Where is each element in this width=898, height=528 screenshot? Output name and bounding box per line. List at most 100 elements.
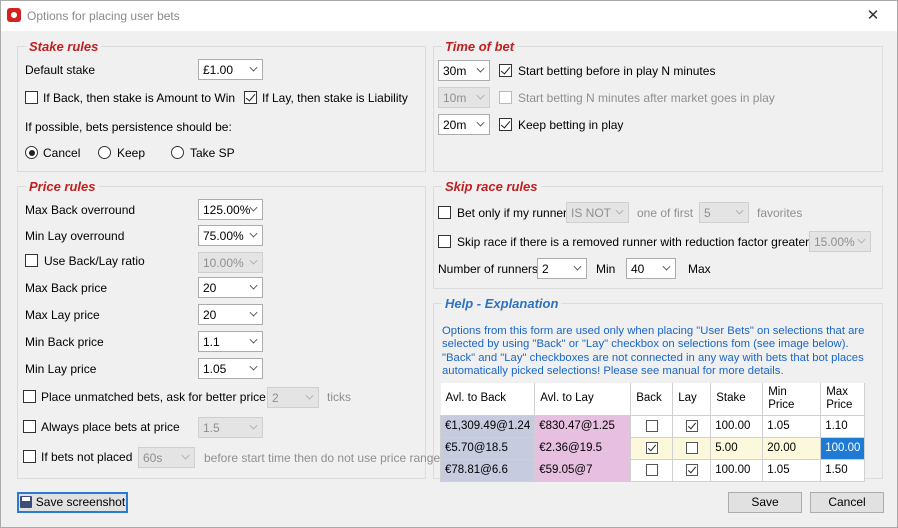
min-back-price-value: 1.1 <box>203 335 220 349</box>
back-checkbox[interactable] <box>645 441 658 454</box>
save-disk-icon <box>19 496 32 508</box>
bet-only-label: Bet only if my runner <box>457 206 568 220</box>
save-button[interactable]: Save <box>728 492 802 513</box>
bet-only-value: IS NOT <box>571 206 612 220</box>
keep-betting-dropdown[interactable]: 20m <box>438 114 490 135</box>
max-lay-price-dropdown[interactable]: 20 <box>198 304 263 325</box>
app-icon <box>7 8 21 22</box>
unmatched-checkbox[interactable] <box>23 390 36 403</box>
bet-only-dropdown[interactable]: IS NOT <box>566 202 629 223</box>
cell-max-price[interactable]: 1.50 <box>820 458 866 482</box>
removed-runner-dropdown[interactable]: 15.00% <box>809 231 871 252</box>
max-back-price-label: Max Back price <box>25 281 108 295</box>
unmatched-label: Place unmatched bets, ask for better pri… <box>41 390 282 404</box>
not-placed-value: 60s <box>143 451 163 465</box>
chevron-down-icon <box>249 281 258 290</box>
always-place-checkbox[interactable] <box>23 420 36 433</box>
min-lay-price-dropdown[interactable]: 1.05 <box>198 358 263 379</box>
bet-only-checkbox[interactable] <box>438 206 451 219</box>
max-lay-price-value: 20 <box>203 308 217 322</box>
persistence-take-sp-radio[interactable] <box>171 146 184 159</box>
if-back-label: If Back, then stake is Amount to Win <box>43 91 236 105</box>
max-lay-price-label: Max Lay price <box>25 308 100 322</box>
cell-min-price[interactable]: 20.00 <box>762 436 822 460</box>
col-avl-back: Avl. to Back <box>440 383 536 416</box>
runners-max-dropdown[interactable]: 40 <box>626 258 676 279</box>
cell-min-price[interactable]: 1.05 <box>762 458 822 482</box>
table-row[interactable]: €78.81@6.6 €59.05@7 100.00 1.05 1.50 <box>439 458 866 482</box>
table-row[interactable]: €1,309.49@1.24 €830.47@1.25 100.00 1.05 … <box>439 414 866 438</box>
close-button[interactable]: ✕ <box>863 6 883 26</box>
start-after-value: 10m <box>443 91 467 105</box>
start-before-label: Start betting before in play N minutes <box>518 64 716 78</box>
removed-runner-value: 15.00% <box>814 235 855 249</box>
max-back-price-value: 20 <box>203 281 217 295</box>
start-after-checkbox[interactable] <box>499 91 512 104</box>
cell-stake[interactable]: 100.00 <box>710 414 764 438</box>
use-ratio-checkbox[interactable] <box>25 254 38 267</box>
runners-max-label: Max <box>688 262 711 276</box>
keep-betting-label: Keep betting in play <box>518 118 624 132</box>
cell-stake[interactable]: 100.00 <box>710 458 764 482</box>
cell-max-price[interactable]: 1.10 <box>820 414 866 438</box>
if-lay-checkbox[interactable] <box>244 91 257 104</box>
lay-checkbox[interactable] <box>685 441 698 454</box>
cancel-button[interactable]: Cancel <box>810 492 884 513</box>
min-lay-overround-value: 75.00% <box>203 229 244 243</box>
unmatched-ticks-value: 2 <box>272 391 279 405</box>
always-place-dropdown[interactable]: 1.5 <box>198 417 263 438</box>
cell-max-price[interactable]: 100.00 <box>820 436 866 460</box>
not-placed-checkbox[interactable] <box>23 450 36 463</box>
one-of-first-dropdown[interactable]: 5 <box>699 202 749 223</box>
use-ratio-dropdown[interactable]: 10.00% <box>198 252 263 273</box>
start-after-dropdown[interactable]: 10m <box>438 87 490 108</box>
cell-min-price[interactable]: 1.05 <box>762 414 822 438</box>
table-row[interactable]: €5.70@18.5 €2.36@19.5 5.00 20.00 100.00 <box>439 436 866 460</box>
default-stake-dropdown[interactable]: £1.00 <box>198 59 263 80</box>
persistence-cancel-label: Cancel <box>43 146 81 160</box>
if-back-checkbox[interactable] <box>25 91 38 104</box>
save-screenshot-button[interactable]: Save screenshot <box>17 492 128 513</box>
cell-back <box>630 414 674 438</box>
keep-betting-checkbox[interactable] <box>499 118 512 131</box>
title-bar: Options for placing user bets ✕ <box>1 1 897 31</box>
persistence-keep-radio[interactable] <box>98 146 111 159</box>
runners-max-value: 40 <box>631 262 645 276</box>
unmatched-ticks-dropdown[interactable]: 2 <box>267 387 319 408</box>
chevron-down-icon <box>249 335 258 344</box>
skip-race-legend: Skip race rules <box>445 179 538 194</box>
back-checkbox[interactable] <box>645 419 658 432</box>
not-placed-suffix: before start time then do not use price … <box>204 451 441 465</box>
one-of-first-label: one of first <box>637 206 694 220</box>
persistence-cancel-radio[interactable] <box>25 146 38 159</box>
min-back-price-dropdown[interactable]: 1.1 <box>198 331 263 352</box>
window-title: Options for placing user bets <box>27 9 180 23</box>
cell-lay <box>672 436 712 460</box>
back-checkbox[interactable] <box>645 463 658 476</box>
chevron-down-icon <box>476 91 485 100</box>
persistence-take-sp-label: Take SP <box>190 146 235 160</box>
cell-back <box>630 458 674 482</box>
cell-stake[interactable]: 5.00 <box>710 436 764 460</box>
keep-betting-value: 20m <box>443 118 467 132</box>
chevron-down-icon <box>615 206 624 215</box>
cell-back <box>630 436 674 460</box>
removed-runner-label: Skip race if there is a removed runner w… <box>457 235 836 249</box>
max-back-overround-dropdown[interactable]: 125.00% <box>198 199 263 220</box>
options-window: Options for placing user bets ✕ Stake ru… <box>0 0 898 528</box>
cell-avl-back: €1,309.49@1.24 <box>439 414 536 438</box>
min-lay-overround-dropdown[interactable]: 75.00% <box>198 225 263 246</box>
example-grid: Avl. to Back Avl. to Lay Back Lay Stake … <box>439 383 866 482</box>
start-before-checkbox[interactable] <box>499 64 512 77</box>
removed-runner-checkbox[interactable] <box>438 235 451 248</box>
max-back-overround-label: Max Back overround <box>25 203 136 217</box>
chevron-down-icon <box>573 262 582 271</box>
default-stake-value: £1.00 <box>203 63 234 77</box>
start-before-dropdown[interactable]: 30m <box>438 60 490 81</box>
lay-checkbox[interactable] <box>685 419 698 432</box>
runners-min-dropdown[interactable]: 2 <box>537 258 587 279</box>
lay-checkbox[interactable] <box>685 463 698 476</box>
max-back-price-dropdown[interactable]: 20 <box>198 277 263 298</box>
not-placed-dropdown[interactable]: 60s <box>138 447 195 468</box>
chevron-down-icon <box>476 64 485 73</box>
